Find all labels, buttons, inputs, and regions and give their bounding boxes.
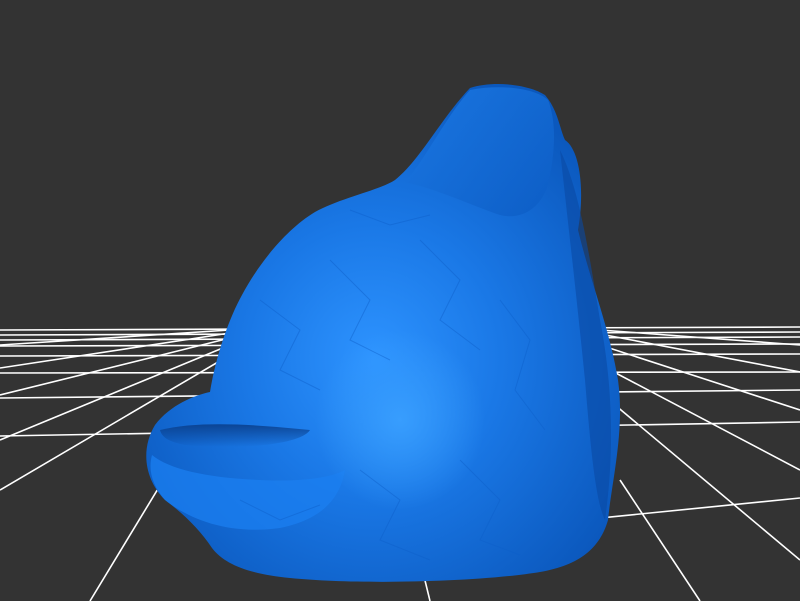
3d-viewport[interactable] xyxy=(0,0,800,601)
mesh-highlight xyxy=(315,330,485,510)
